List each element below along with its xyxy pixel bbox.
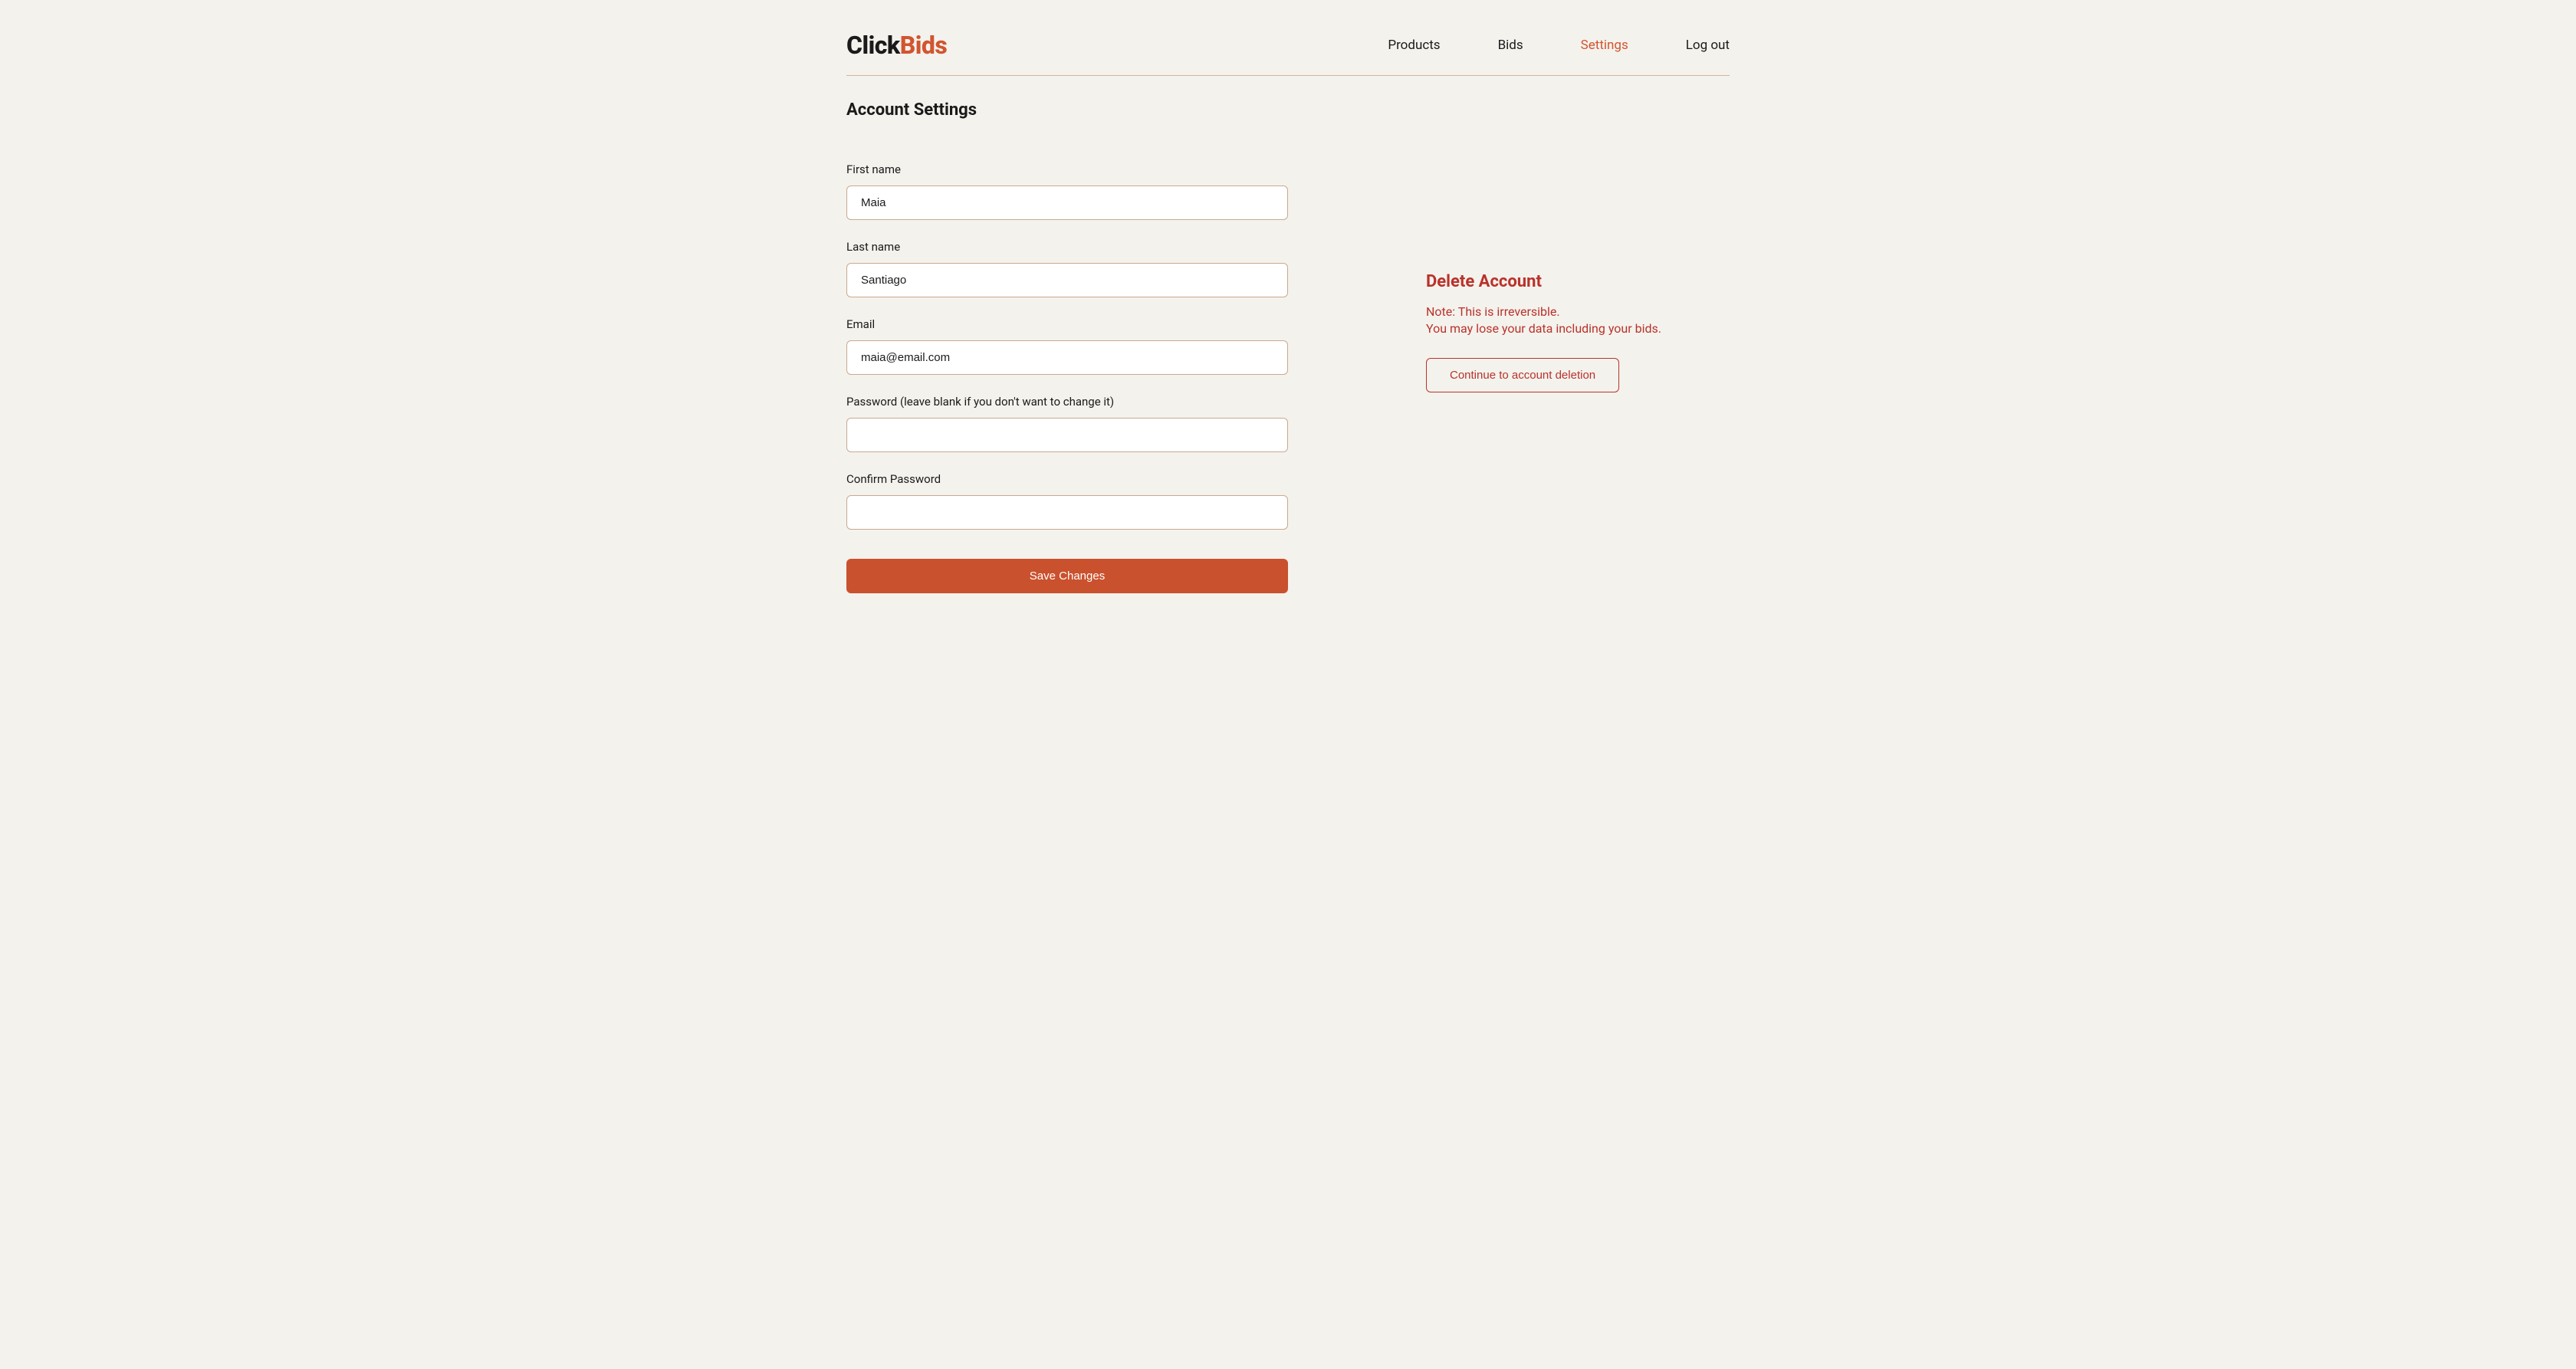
email-group: Email — [846, 317, 1288, 375]
logo-text-b: B — [900, 31, 915, 60]
confirm-password-group: Confirm Password — [846, 472, 1288, 530]
last-name-label: Last name — [846, 240, 1288, 254]
nav-bids[interactable]: Bids — [1498, 38, 1523, 53]
account-settings-section: Account Settings First name Last name Em… — [846, 100, 1288, 593]
page-title: Account Settings — [846, 100, 1288, 120]
save-changes-button[interactable]: Save Changes — [846, 559, 1288, 593]
confirm-password-input[interactable] — [846, 495, 1288, 530]
password-label: Password (leave blank if you don't want … — [846, 395, 1288, 409]
last-name-input[interactable] — [846, 263, 1288, 297]
nav-logout[interactable]: Log out — [1686, 38, 1730, 53]
email-input[interactable] — [846, 340, 1288, 375]
delete-account-title: Delete Account — [1426, 272, 1730, 291]
password-group: Password (leave blank if you don't want … — [846, 395, 1288, 452]
first-name-label: First name — [846, 163, 1288, 176]
logo-text-click: Click — [846, 31, 900, 60]
email-label: Email — [846, 317, 1288, 331]
logo[interactable]: ClickBids — [846, 31, 947, 60]
nav-products[interactable]: Products — [1388, 38, 1440, 53]
delete-account-note: Note: This is irreversible. You may lose… — [1426, 304, 1730, 338]
delete-note-line1: Note: This is irreversible. — [1426, 304, 1560, 319]
delete-account-section: Delete Account Note: This is irreversibl… — [1426, 100, 1730, 593]
logo-text-ids: ids — [915, 31, 948, 60]
delete-note-line2: You may lose your data including your bi… — [1426, 321, 1661, 336]
main-content: Account Settings First name Last name Em… — [846, 76, 1730, 593]
confirm-password-label: Confirm Password — [846, 472, 1288, 486]
first-name-group: First name — [846, 163, 1288, 220]
main-nav: Products Bids Settings Log out — [1388, 38, 1730, 53]
first-name-input[interactable] — [846, 185, 1288, 220]
nav-settings[interactable]: Settings — [1581, 38, 1628, 53]
continue-delete-button[interactable]: Continue to account deletion — [1426, 358, 1619, 392]
site-header: ClickBids Products Bids Settings Log out — [846, 0, 1730, 76]
last-name-group: Last name — [846, 240, 1288, 297]
password-input[interactable] — [846, 418, 1288, 452]
